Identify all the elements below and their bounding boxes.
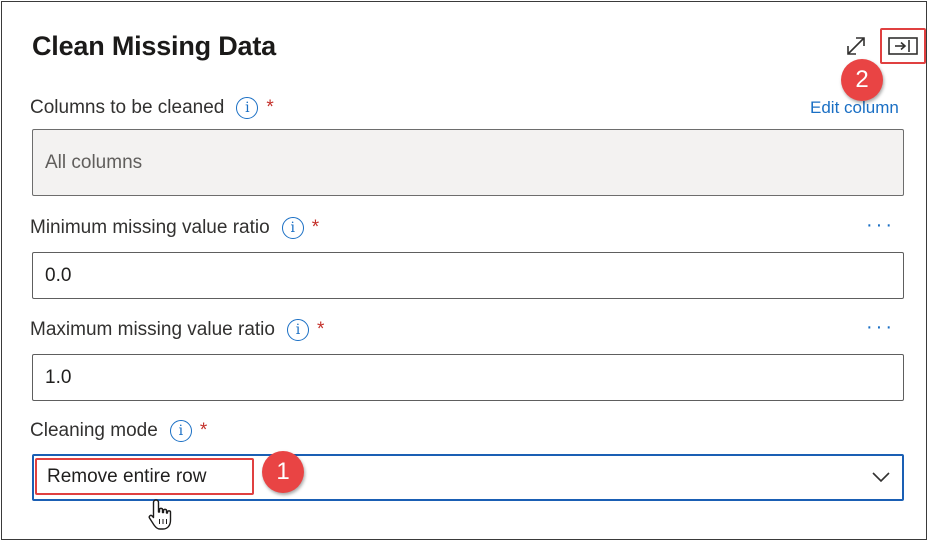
page-title: Clean Missing Data — [32, 31, 276, 61]
required-marker: * — [266, 97, 274, 118]
annotation-badge-2: 2 — [841, 59, 883, 101]
columns-value: All columns — [45, 151, 143, 173]
required-marker: * — [316, 319, 325, 340]
cleaning-mode-label-group: Cleaning mode i * — [30, 420, 207, 442]
edit-column-link[interactable]: Edit column — [810, 98, 899, 118]
cleaning-mode-label: Cleaning mode — [30, 420, 158, 441]
cleaning-mode-selected: Remove entire row — [35, 458, 254, 495]
annotation-badge-1: 1 — [262, 451, 304, 493]
info-icon[interactable]: i — [236, 97, 259, 119]
min-ratio-label-group: Minimum missing value ratio i * — [30, 217, 319, 239]
info-icon[interactable]: i — [169, 420, 192, 442]
min-ratio-value: 0.0 — [45, 264, 72, 286]
info-icon[interactable]: i — [281, 217, 304, 239]
max-ratio-label-group: Maximum missing value ratio i * — [30, 319, 324, 341]
min-ratio-label: Minimum missing value ratio — [30, 217, 270, 238]
required-marker: * — [199, 420, 208, 441]
min-ratio-input[interactable]: 0.0 — [32, 252, 904, 299]
cleaning-mode-dropdown[interactable]: Remove entire row — [32, 454, 904, 501]
panel: Clean Missing Data Columns to be cleaned… — [1, 1, 927, 540]
collapse-panel-button[interactable] — [880, 28, 926, 64]
more-options-icon[interactable]: ··· — [866, 214, 895, 237]
expand-icon[interactable] — [845, 35, 867, 57]
columns-label: Columns to be cleaned — [30, 97, 225, 118]
more-options-icon[interactable]: ··· — [866, 316, 895, 339]
max-ratio-value: 1.0 — [45, 366, 72, 388]
chevron-down-icon — [872, 472, 890, 483]
columns-field: All columns — [32, 129, 904, 196]
columns-label-group: Columns to be cleaned i * — [30, 97, 274, 119]
required-marker: * — [311, 217, 320, 238]
collapse-panel-icon — [888, 37, 918, 55]
max-ratio-label: Maximum missing value ratio — [30, 319, 275, 340]
max-ratio-input[interactable]: 1.0 — [32, 354, 904, 401]
hand-pointer-icon — [148, 499, 172, 530]
info-icon[interactable]: i — [286, 319, 309, 341]
